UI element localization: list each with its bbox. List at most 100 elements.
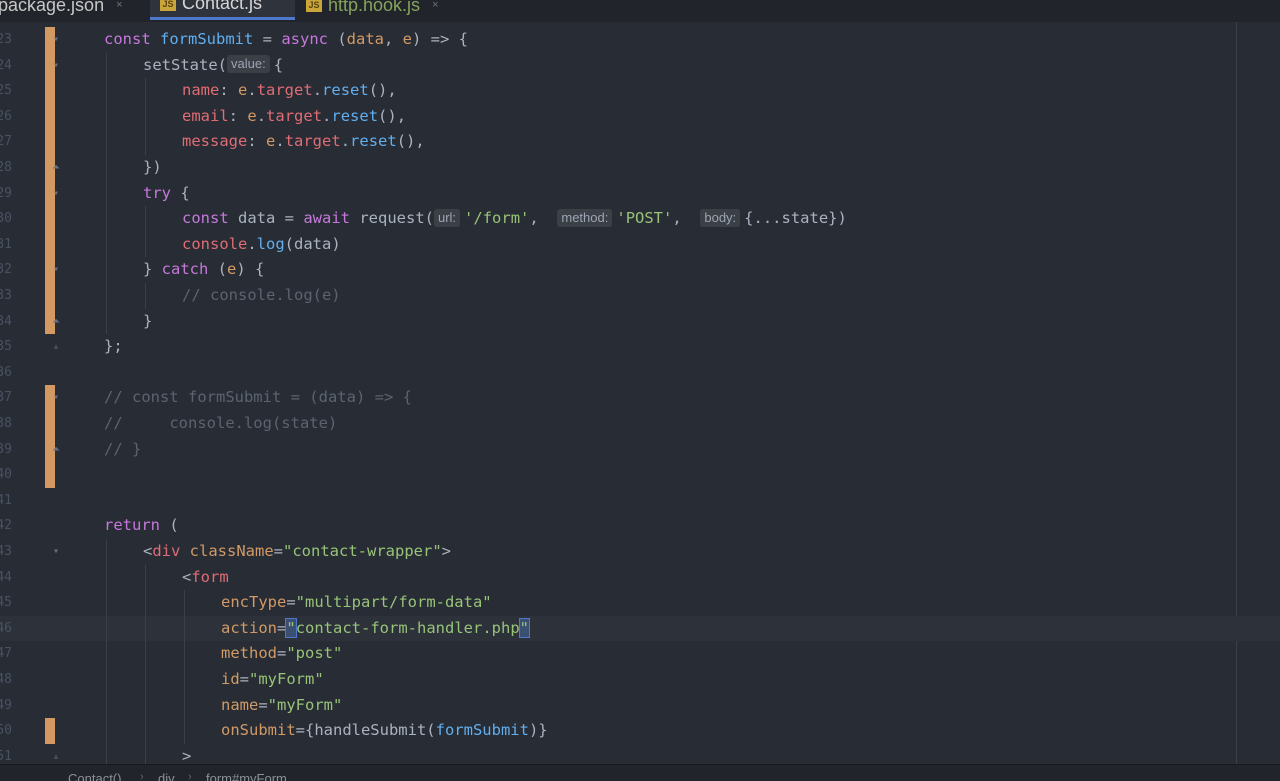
indent-guide xyxy=(106,231,107,258)
code-content[interactable]: // const formSubmit = (data) => { xyxy=(104,385,412,411)
code-content[interactable]: const formSubmit = async (data, e) => { xyxy=(104,27,468,53)
code-line[interactable]: 38 // console.log(state) xyxy=(0,411,1280,437)
tab-close-icon[interactable]: × xyxy=(116,0,122,11)
code-content[interactable]: } xyxy=(143,309,152,335)
code-line[interactable]: 24 ▾ setState(value:{ xyxy=(0,52,1280,79)
code-text: > xyxy=(441,542,451,560)
code-editor[interactable]: 23 ▾ const formSubmit = async (data, e) =>… xyxy=(0,22,1280,764)
code-content[interactable]: <div className="contact-wrapper"> xyxy=(143,539,451,565)
code-line[interactable]: 46 action="contact-form-handler.php" xyxy=(0,615,1280,642)
code-content[interactable]: setState(value:{ xyxy=(143,53,283,79)
breadcrumb: Contact() › div › form#myForm xyxy=(0,764,1280,781)
code-content[interactable]: email: e.target.reset(), xyxy=(182,104,406,130)
fold-arrow-icon[interactable]: ▾ xyxy=(51,264,61,275)
code-content[interactable]: // console.log(e) xyxy=(182,283,341,309)
code-content[interactable]: name="myForm" xyxy=(221,693,342,719)
code-content[interactable]: id="myForm" xyxy=(221,667,324,693)
code-line[interactable]: 31 console.log(data) xyxy=(0,231,1280,258)
code-line[interactable]: 25 name: e.target.reset(), xyxy=(0,78,1280,104)
tab-http-hook-js[interactable]: JS http.hook.js × xyxy=(306,0,439,20)
tab-contact-js[interactable]: JS Contact.js xyxy=(150,0,295,20)
code-line[interactable]: 49 name="myForm" xyxy=(0,692,1280,719)
vcs-modified-marker[interactable] xyxy=(45,231,55,258)
code-content[interactable]: console.log(data) xyxy=(182,232,341,258)
function-name: formSubmit xyxy=(160,30,254,48)
code-content[interactable]: <form xyxy=(182,565,229,591)
property: target xyxy=(256,81,313,100)
code-line[interactable]: 44 <form xyxy=(0,564,1280,591)
code-line[interactable]: 27 message: e.target.reset(), xyxy=(0,129,1280,155)
editor-tab-bar: package.json × JS Contact.js JS http.hoo… xyxy=(0,0,1280,22)
code-line[interactable]: 39 ⏶ // } xyxy=(0,436,1280,463)
code-line[interactable]: 35 ▵}; xyxy=(0,334,1280,360)
vcs-modified-marker[interactable] xyxy=(45,78,55,104)
vcs-modified-marker[interactable] xyxy=(45,103,55,130)
code-line[interactable]: 42 return ( xyxy=(0,513,1280,539)
code-line[interactable]: 50 onSubmit={handleSubmit(formSubmit)} xyxy=(0,718,1280,744)
vcs-modified-marker[interactable] xyxy=(45,206,55,232)
vcs-modified-marker[interactable] xyxy=(45,411,55,437)
code-line[interactable]: 23 ▾ const formSubmit = async (data, e) =>… xyxy=(0,27,1280,53)
line-number: 39 xyxy=(0,441,12,457)
fold-arrow-icon[interactable]: ▵ xyxy=(51,341,61,352)
fold-arrow-icon[interactable]: ⏶ xyxy=(51,316,61,327)
code-line[interactable]: 30 const data = await request(url: '/form'… xyxy=(0,206,1280,232)
indent-guide xyxy=(145,718,146,744)
code-content[interactable]: encType="multipart/form-data" xyxy=(221,590,492,616)
fold-arrow-icon[interactable]: ▾ xyxy=(51,34,61,45)
code-content[interactable]: }) xyxy=(143,155,162,181)
code-content[interactable]: onSubmit={handleSubmit(formSubmit)} xyxy=(221,718,548,744)
code-line[interactable]: 47 method="post" xyxy=(0,641,1280,667)
code-content[interactable]: } catch (e) { xyxy=(143,257,264,283)
code-line[interactable]: 33 // console.log(e) xyxy=(0,283,1280,309)
code-content[interactable]: message: e.target.reset(), xyxy=(182,129,425,155)
code-content[interactable]: method="post" xyxy=(221,641,342,667)
code-line[interactable]: 40 xyxy=(0,462,1280,488)
tab-package-json[interactable]: package.json × xyxy=(0,0,123,20)
code-content[interactable]: try { xyxy=(143,181,190,207)
fold-arrow-icon[interactable]: ▾ xyxy=(51,60,61,71)
fold-arrow-icon[interactable]: ⏶ xyxy=(51,162,61,173)
code-line[interactable]: 41 xyxy=(0,488,1280,514)
code-line[interactable]: 28 ⏶}) xyxy=(0,155,1280,181)
string-literal: "myForm" xyxy=(249,670,324,688)
code-content[interactable]: // } xyxy=(104,437,141,463)
fold-arrow-icon[interactable]: ▵ xyxy=(51,751,61,762)
code-content[interactable]: // console.log(state) xyxy=(104,411,337,437)
brace-match: " xyxy=(518,617,531,638)
code-line[interactable]: 43 ▾ <div className="contact-wrapper"> xyxy=(0,539,1280,565)
parameter: e xyxy=(247,106,257,125)
code-line[interactable]: 36 xyxy=(0,360,1280,386)
code-content[interactable]: action="contact-form-handler.php" xyxy=(221,616,531,642)
code-line[interactable]: 32 ▾} catch (e) { xyxy=(0,257,1280,283)
vcs-modified-marker[interactable] xyxy=(45,129,55,155)
code-content[interactable]: }; xyxy=(104,334,123,360)
vcs-modified-marker[interactable] xyxy=(45,283,55,309)
fold-arrow-icon[interactable]: ▾ xyxy=(51,546,61,557)
code-content[interactable]: const data = await request(url: '/form', … xyxy=(182,206,847,232)
fold-arrow-icon[interactable]: ▾ xyxy=(51,188,61,199)
jsx-attribute: className xyxy=(189,542,274,560)
code-content[interactable]: > xyxy=(182,744,191,764)
code-line[interactable]: 37 ▾ // const formSubmit = (data) => { xyxy=(0,385,1280,411)
code-content[interactable]: name: e.target.reset(), xyxy=(182,78,397,104)
vcs-modified-marker[interactable] xyxy=(45,462,55,488)
vcs-modified-marker[interactable] xyxy=(45,718,55,744)
fold-arrow-icon[interactable]: ▾ xyxy=(51,392,61,403)
jsx-attribute: action xyxy=(221,618,277,637)
code-line[interactable]: 45 encType="multipart/form-data" xyxy=(0,590,1280,616)
indent-guide xyxy=(106,308,107,335)
code-line[interactable]: 48 id="myForm" xyxy=(0,667,1280,693)
code-line[interactable]: 26 email: e.target.reset(), xyxy=(0,103,1280,130)
indent-guide xyxy=(106,257,107,283)
code-text: . xyxy=(247,234,257,253)
code-content[interactable]: return ( xyxy=(104,513,179,539)
code-line[interactable]: 51 ▵ > xyxy=(0,743,1280,764)
code-text: } xyxy=(143,260,162,279)
line-number: 25 xyxy=(0,83,12,99)
fold-arrow-icon[interactable]: ⏶ xyxy=(51,444,61,455)
code-line[interactable]: 29 ▾ try { xyxy=(0,180,1280,207)
code-line[interactable]: 34 ⏶} xyxy=(0,308,1280,335)
jsx-attribute: method xyxy=(221,644,277,663)
tab-close-icon[interactable]: × xyxy=(432,0,438,11)
